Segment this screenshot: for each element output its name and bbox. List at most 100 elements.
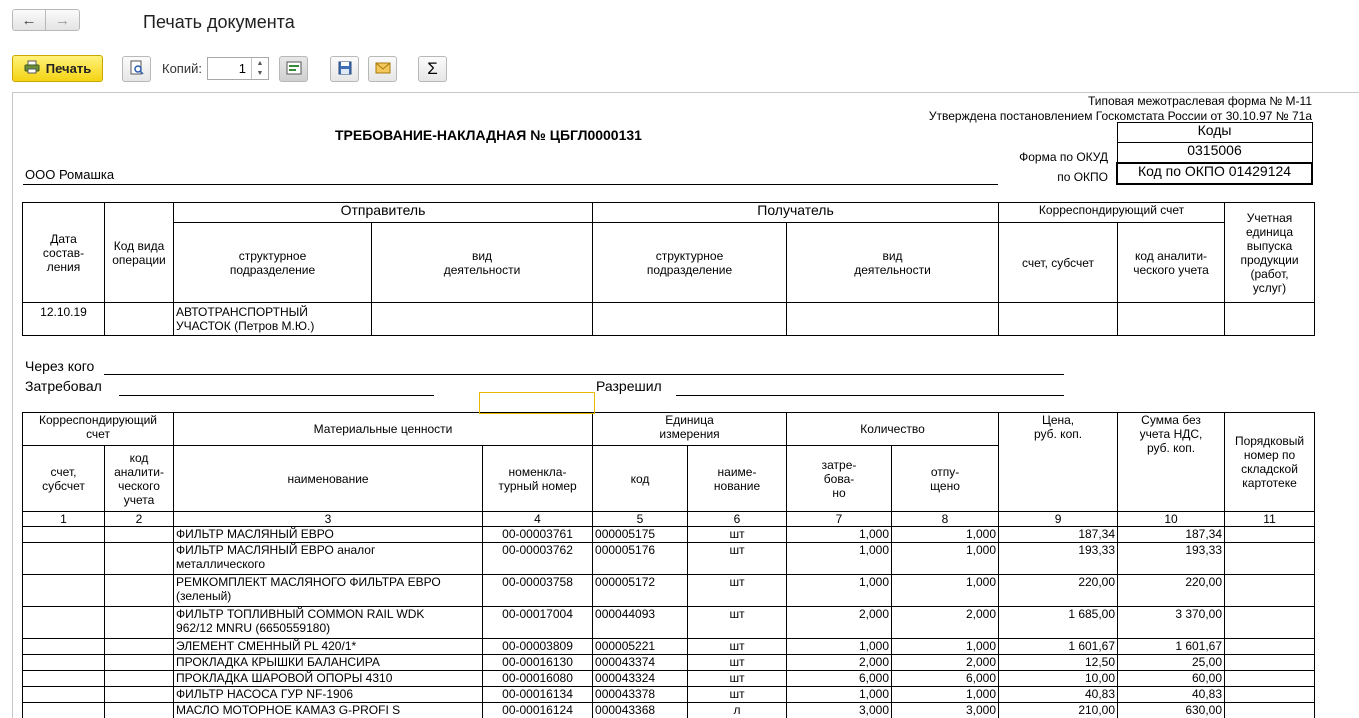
item-name: ФИЛЬТР ТОПЛИВНЫЙ COMMON RAIL WDK 962/12 … bbox=[174, 607, 483, 639]
item-nomen: 00-00003761 bbox=[483, 527, 593, 543]
table-row: ЭЛЕМЕНТ СМЕННЫЙ PL 420/1*00-000038090000… bbox=[23, 639, 1315, 655]
save-button[interactable] bbox=[330, 56, 359, 82]
corr-account-header: Корреспондирующий счет bbox=[999, 203, 1225, 223]
item-analytic bbox=[105, 703, 174, 718]
print-button[interactable]: Печать bbox=[12, 55, 103, 82]
okud-value: 0315006 bbox=[1117, 143, 1312, 164]
form-approval-line: Утверждена постановлением Госкомстата Ро… bbox=[929, 109, 1312, 123]
item-requested: 2,000 bbox=[787, 655, 892, 671]
item-price: 187,34 bbox=[999, 527, 1118, 543]
row-account bbox=[999, 303, 1118, 336]
print-button-label: Печать bbox=[46, 61, 91, 76]
items-h-materials: Материальные ценности bbox=[174, 413, 593, 446]
item-price: 193,33 bbox=[999, 543, 1118, 575]
item-price: 12,50 bbox=[999, 655, 1118, 671]
item-sum: 3 370,00 bbox=[1118, 607, 1225, 639]
spin-up-icon[interactable]: ▲ bbox=[257, 60, 264, 67]
items-h-name: наименование bbox=[174, 446, 483, 512]
item-released: 6,000 bbox=[892, 671, 999, 687]
item-order bbox=[1225, 687, 1315, 703]
sum-button[interactable]: Σ bbox=[418, 56, 447, 82]
items-h-code: код bbox=[593, 446, 688, 512]
item-unit: шт bbox=[688, 543, 787, 575]
organization-underline bbox=[23, 184, 998, 185]
item-sum: 193,33 bbox=[1118, 543, 1225, 575]
item-analytic bbox=[105, 575, 174, 607]
codes-table: Коды 0315006 Код по ОКПО 01429124 bbox=[1116, 122, 1313, 185]
item-code: 000043368 bbox=[593, 703, 688, 718]
organization-name: ООО Ромашка bbox=[25, 168, 114, 182]
item-account bbox=[23, 639, 105, 655]
item-price: 210,00 bbox=[999, 703, 1118, 718]
item-unit: шт bbox=[688, 575, 787, 607]
items-table: Корреспондирующий счет Материальные ценн… bbox=[22, 412, 1315, 718]
table-row: ФИЛЬТР МАСЛЯНЫЙ ЕВРО00-00003761000005175… bbox=[23, 527, 1315, 543]
date-col-header: Дата состав- ления bbox=[23, 203, 105, 303]
item-analytic bbox=[105, 527, 174, 543]
item-name: ФИЛЬТР МАСЛЯНЫЙ ЕВРО bbox=[174, 527, 483, 543]
item-unit: шт bbox=[688, 527, 787, 543]
row-date: 12.10.19 bbox=[23, 303, 105, 336]
items-h-analytic: код аналити- ческого учета bbox=[105, 446, 174, 512]
forward-button[interactable]: → bbox=[46, 9, 80, 31]
row-opcode bbox=[105, 303, 174, 336]
header-table: Дата состав- ления Код вида операции Отп… bbox=[22, 202, 1315, 336]
col-number: 7 bbox=[787, 512, 892, 527]
item-nomen: 00-00016124 bbox=[483, 703, 593, 718]
item-unit: шт bbox=[688, 639, 787, 655]
table-row: ФИЛЬТР МАСЛЯНЫЙ ЕВРО аналог металлическо… bbox=[23, 543, 1315, 575]
table-row: ФИЛЬТР ТОПЛИВНЫЙ COMMON RAIL WDK 962/12 … bbox=[23, 607, 1315, 639]
permitted-line bbox=[676, 395, 1064, 396]
item-analytic bbox=[105, 687, 174, 703]
page-settings-button[interactable] bbox=[279, 56, 308, 82]
item-unit: л bbox=[688, 703, 787, 718]
row-sender-unit: АВТОТРАНСПОРТНЫЙ УЧАСТОК (Петров М.Ю.) bbox=[174, 303, 372, 336]
sum-icon: Σ bbox=[427, 59, 438, 79]
col-number: 2 bbox=[105, 512, 174, 527]
item-unit: шт bbox=[688, 671, 787, 687]
preview-icon bbox=[130, 60, 144, 78]
okud-label: Форма по ОКУД bbox=[1019, 150, 1108, 164]
preview-button[interactable] bbox=[122, 56, 151, 82]
email-button[interactable] bbox=[368, 56, 397, 82]
back-button[interactable]: ← bbox=[12, 9, 46, 31]
item-analytic bbox=[105, 671, 174, 687]
col-number: 5 bbox=[593, 512, 688, 527]
item-account bbox=[23, 543, 105, 575]
item-name: МАСЛО МОТОРНОЕ КАМАЗ G-PROFI S bbox=[174, 703, 483, 718]
receiver-struct-unit: структурное подразделение bbox=[593, 223, 787, 303]
selected-cell[interactable] bbox=[479, 392, 595, 414]
item-code: 000005175 bbox=[593, 527, 688, 543]
item-requested: 1,000 bbox=[787, 687, 892, 703]
col-number: 6 bbox=[688, 512, 787, 527]
window-title: Печать документа bbox=[143, 12, 295, 33]
copies-stepper[interactable]: ▲ ▼ bbox=[251, 58, 268, 79]
item-name: ПРОКЛАДКА ШАРОВОЙ ОПОРЫ 4310 bbox=[174, 671, 483, 687]
item-order bbox=[1225, 671, 1315, 687]
items-h-requested: затре- бова- но bbox=[787, 446, 892, 512]
through-label: Через кого bbox=[25, 358, 94, 374]
item-order bbox=[1225, 607, 1315, 639]
spin-down-icon[interactable]: ▼ bbox=[257, 70, 264, 77]
items-h-unit: Единица измерения bbox=[593, 413, 787, 446]
sender-activity: вид деятельности bbox=[372, 223, 593, 303]
items-h-unit-name: наиме- нование bbox=[688, 446, 787, 512]
item-unit: шт bbox=[688, 607, 787, 639]
requested-line bbox=[119, 395, 434, 396]
item-account bbox=[23, 575, 105, 607]
col-number: 3 bbox=[174, 512, 483, 527]
item-released: 1,000 bbox=[892, 575, 999, 607]
item-code: 000005221 bbox=[593, 639, 688, 655]
row-unit bbox=[1225, 303, 1315, 336]
copies-input[interactable]: 1 ▲ ▼ bbox=[207, 57, 269, 80]
item-requested: 1,000 bbox=[787, 527, 892, 543]
okpo-label: по ОКПО bbox=[1057, 170, 1108, 184]
item-code: 000043374 bbox=[593, 655, 688, 671]
item-released: 3,000 bbox=[892, 703, 999, 718]
analytic-code: код аналити- ческого учета bbox=[1118, 223, 1225, 303]
printer-icon bbox=[24, 60, 40, 77]
table-row: ФИЛЬТР НАСОСА ГУР NF-190600-000161340000… bbox=[23, 687, 1315, 703]
opcode-col-header: Код вида операции bbox=[105, 203, 174, 303]
item-order bbox=[1225, 527, 1315, 543]
col-number: 8 bbox=[892, 512, 999, 527]
